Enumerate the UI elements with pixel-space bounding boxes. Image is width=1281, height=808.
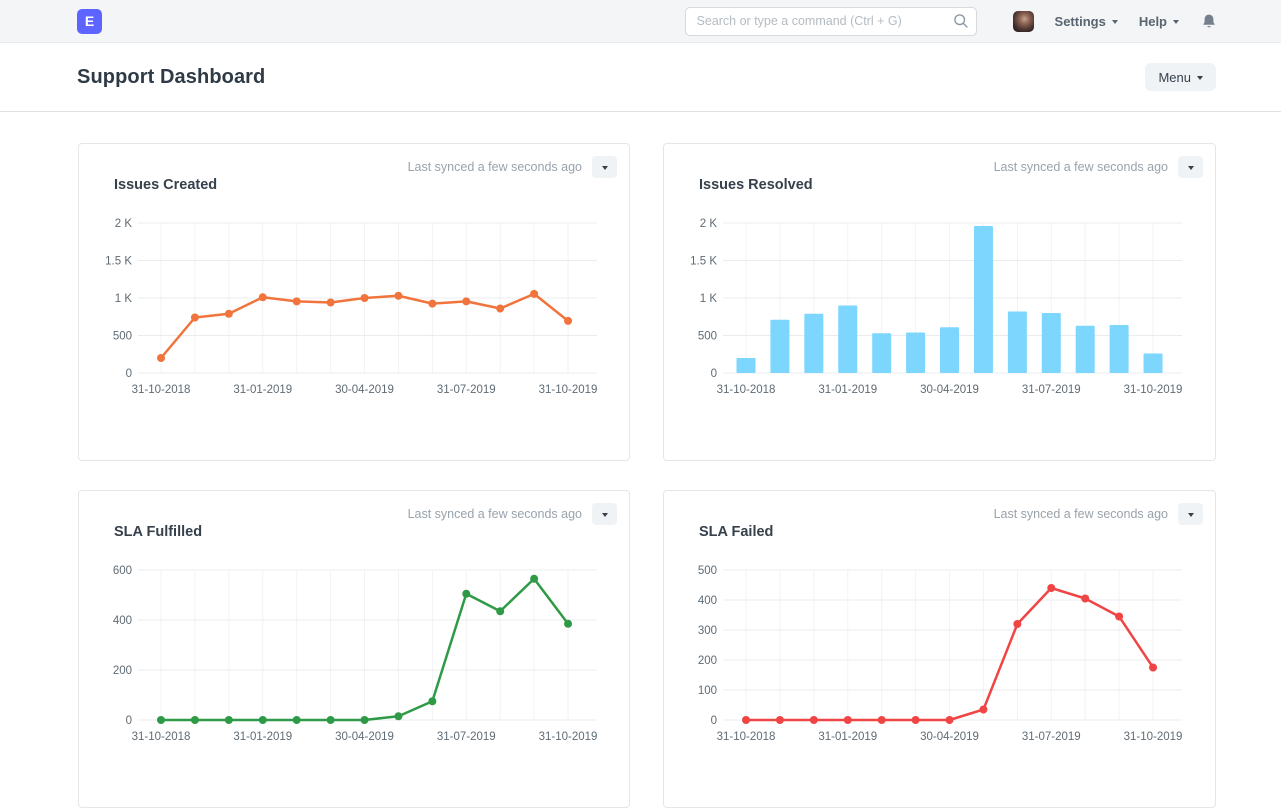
last-synced-label: Last synced a few seconds ago [994,160,1168,174]
chart-card-sla-failed: Last synced a few seconds ago SLA Failed… [663,490,1216,808]
svg-text:100: 100 [698,685,717,697]
chevron-down-icon [1112,20,1118,24]
last-synced-label: Last synced a few seconds ago [408,160,582,174]
svg-text:1.5 K: 1.5 K [105,256,132,268]
search-icon [953,13,969,34]
svg-text:31-10-2018: 31-10-2018 [717,384,776,396]
svg-text:31-01-2019: 31-01-2019 [818,731,877,743]
svg-text:31-01-2019: 31-01-2019 [233,384,292,396]
chart-menu-button[interactable] [1178,156,1203,178]
line-chart: 0 500 1 K 1.5 K 2 K 31-10-2018 31-01-2019 30-04… [96,211,616,406]
svg-text:31-07-2019: 31-07-2019 [437,384,496,396]
svg-text:30-04-2019: 30-04-2019 [920,384,979,396]
avatar[interactable] [1013,11,1034,32]
svg-text:0: 0 [126,715,132,727]
settings-dropdown[interactable]: Settings [1055,14,1118,29]
chevron-down-icon [1197,76,1203,80]
svg-text:30-04-2019: 30-04-2019 [335,731,394,743]
chart-menu-button[interactable] [592,156,617,178]
bell-icon[interactable] [1201,13,1217,30]
line-chart: 0 100 200 300 400 500 31-10-2018 31-01-2019 30-0… [681,558,1201,753]
svg-text:31-10-2018: 31-10-2018 [132,384,191,396]
page-title: Support Dashboard [77,66,265,89]
chevron-down-icon [1173,20,1179,24]
svg-text:0: 0 [711,368,717,380]
chevron-down-icon [1188,513,1194,517]
bar-chart: 0 500 1 K 1.5 K 2 K 31-10-2018 31-01-2019 30-04… [681,211,1201,406]
chart-menu-button[interactable] [1178,503,1203,525]
svg-text:31-10-2019: 31-10-2019 [539,731,598,743]
top-navbar: E Settings Help [0,0,1281,43]
app-logo[interactable]: E [77,9,102,34]
chart-title: SLA Failed [699,524,773,540]
svg-text:31-10-2019: 31-10-2019 [1124,731,1183,743]
svg-text:31-07-2019: 31-07-2019 [1022,731,1081,743]
svg-text:2 K: 2 K [700,218,718,230]
dashboard-body: Last synced a few seconds ago Issues Cre… [78,112,1216,808]
svg-text:200: 200 [113,665,132,677]
svg-text:1 K: 1 K [700,293,718,305]
svg-text:31-01-2019: 31-01-2019 [818,384,877,396]
svg-text:31-10-2019: 31-10-2019 [539,384,598,396]
settings-label: Settings [1055,14,1106,29]
chevron-down-icon [1188,166,1194,170]
svg-text:1.5 K: 1.5 K [690,256,717,268]
svg-text:2 K: 2 K [115,218,133,230]
svg-text:500: 500 [698,331,717,343]
svg-text:500: 500 [698,565,717,577]
svg-text:31-07-2019: 31-07-2019 [437,731,496,743]
line-chart: 0 200 400 600 31-10-2018 31-01-2019 30-04-2019… [96,558,616,753]
svg-text:0: 0 [711,715,717,727]
chart-menu-button[interactable] [592,503,617,525]
issues-created-chart: 0 500 1 K 1.5 K 2 K 31-10-2018 31-01-2019 30-04… [96,211,616,411]
chart-title: SLA Fulfilled [114,524,202,540]
svg-text:31-01-2019: 31-01-2019 [233,731,292,743]
svg-text:31-10-2018: 31-10-2018 [132,731,191,743]
svg-text:30-04-2019: 30-04-2019 [335,384,394,396]
svg-text:200: 200 [698,655,717,667]
svg-text:500: 500 [113,331,132,343]
search-input[interactable] [685,7,977,36]
page-header: Support Dashboard Menu [0,43,1281,112]
last-synced-label: Last synced a few seconds ago [408,507,582,521]
svg-text:600: 600 [113,565,132,577]
chart-card-issues-resolved: Last synced a few seconds ago Issues Res… [663,143,1216,461]
issues-resolved-chart: 0 500 1 K 1.5 K 2 K 31-10-2018 31-01-2019 30-04… [681,211,1201,411]
sla-failed-chart: 0 100 200 300 400 500 31-10-2018 31-01-2019 30-0… [681,558,1201,758]
svg-text:31-10-2018: 31-10-2018 [717,731,776,743]
global-search [685,7,977,36]
chart-card-sla-fulfilled: Last synced a few seconds ago SLA Fulfil… [78,490,630,808]
svg-text:1 K: 1 K [115,293,133,305]
help-label: Help [1139,14,1167,29]
svg-text:400: 400 [698,595,717,607]
svg-text:300: 300 [698,625,717,637]
sla-fulfilled-chart: 0 200 400 600 31-10-2018 31-01-2019 30-04-2019… [96,558,616,758]
menu-button[interactable]: Menu [1145,63,1216,91]
chevron-down-icon [602,513,608,517]
svg-text:31-07-2019: 31-07-2019 [1022,384,1081,396]
svg-text:31-10-2019: 31-10-2019 [1124,384,1183,396]
chart-title: Issues Resolved [699,177,813,193]
svg-text:400: 400 [113,615,132,627]
chevron-down-icon [602,166,608,170]
chart-card-issues-created: Last synced a few seconds ago Issues Cre… [78,143,630,461]
menu-button-label: Menu [1158,70,1191,85]
last-synced-label: Last synced a few seconds ago [994,507,1168,521]
svg-text:30-04-2019: 30-04-2019 [920,731,979,743]
chart-title: Issues Created [114,177,217,193]
svg-text:0: 0 [126,368,132,380]
help-dropdown[interactable]: Help [1139,14,1179,29]
